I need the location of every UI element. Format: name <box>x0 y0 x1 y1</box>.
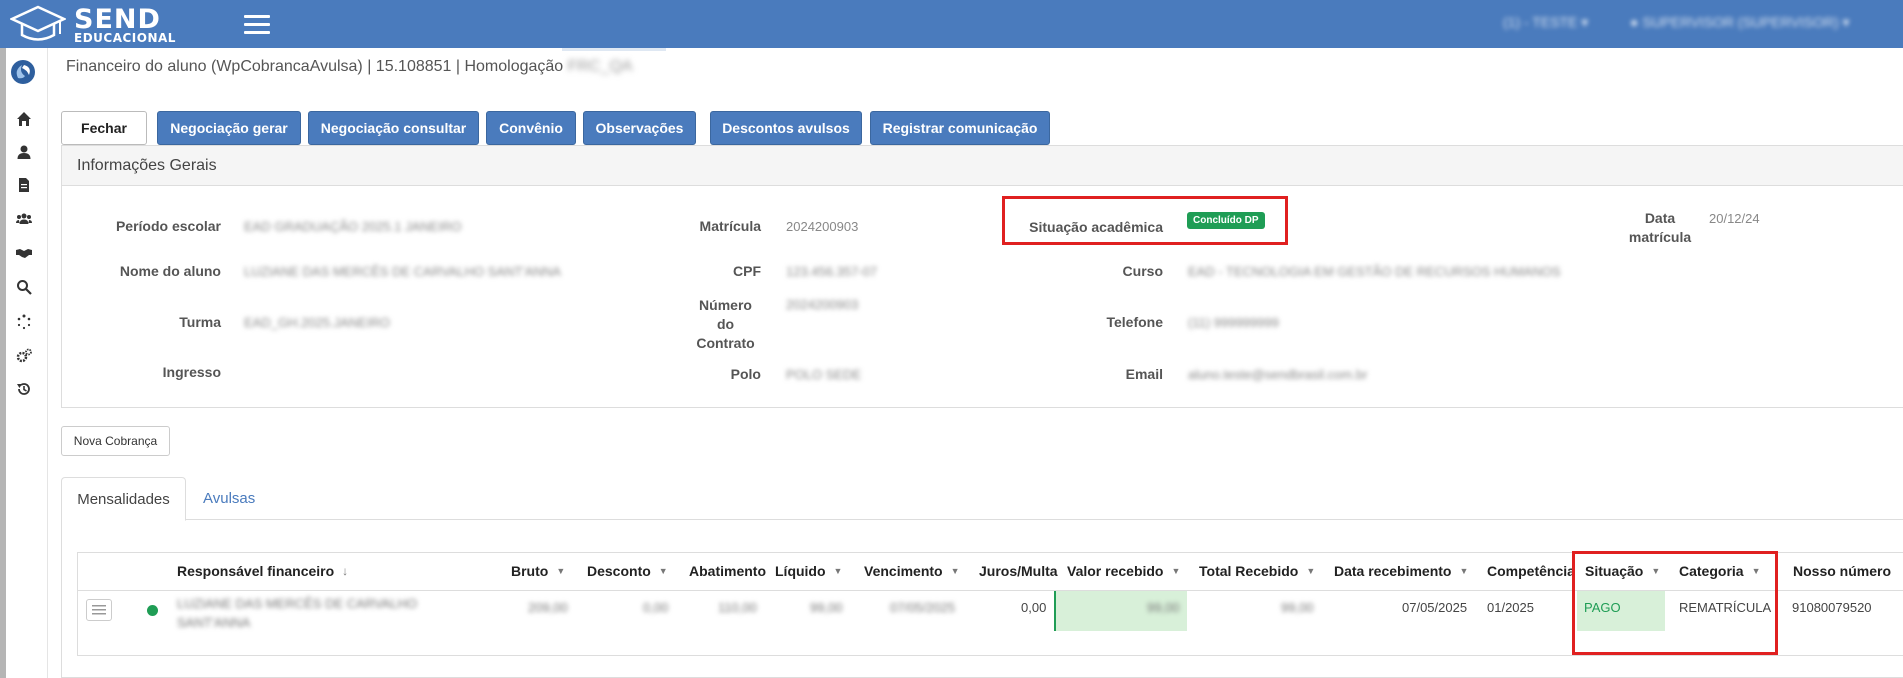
cell-total-recebido: 99,00 <box>1281 600 1314 615</box>
breadcrumb: Financeiro do aluno (WpCobrancaAvulsa) |… <box>66 58 633 75</box>
handshake-icon[interactable] <box>14 243 34 263</box>
registrar-comunicacao-button[interactable]: Registrar comunicação <box>870 111 1050 145</box>
cell-nosso-numero: 91080079520 <box>1792 600 1872 615</box>
data-matricula-label: Data matrícula <box>1628 210 1692 245</box>
sort-down-icon: ↓ <box>342 564 349 578</box>
info-panel-title: Informações Gerais <box>62 146 1903 186</box>
telefone-label: Telefone <box>1106 314 1163 330</box>
telefone-value: (11) 999999999 <box>1188 315 1279 330</box>
close-button[interactable]: Fechar <box>61 111 147 145</box>
cell-desconto: 0,00 <box>643 600 669 615</box>
cell-abatimento: 110,00 <box>718 600 757 615</box>
negociacao-gerar-button[interactable]: Negociação gerar <box>157 111 301 145</box>
tab-avulsas[interactable]: Avulsas <box>203 477 255 520</box>
highlight-situacao-academica <box>1002 196 1288 245</box>
user-menu[interactable]: ● SUPERVISOR (SUPERVISOR) ▾ <box>1630 14 1850 31</box>
unit-selector[interactable]: (1) - TESTE ▾ <box>1503 14 1588 31</box>
convenio-button[interactable]: Convênio <box>486 111 576 145</box>
col-juros[interactable]: Juros/Multa <box>979 552 1058 590</box>
menu-icon[interactable] <box>244 12 270 36</box>
cell-data-recebimento: 07/05/2025 <box>1402 600 1468 615</box>
ingresso-label: Ingresso <box>162 364 221 380</box>
highlight-situacao-categoria <box>1572 551 1778 655</box>
contrato-value: 2024200903 <box>786 297 859 312</box>
col-vencimento[interactable]: Vencimento ▼ <box>864 552 960 590</box>
row-actions-button[interactable] <box>86 599 112 621</box>
cell-bruto: 209,00 <box>528 600 568 615</box>
gears-icon[interactable] <box>14 346 34 366</box>
cpf-label: CPF <box>733 263 761 279</box>
cell-valor-recebido: 99,00 <box>1147 600 1180 615</box>
email-label: Email <box>1125 366 1163 382</box>
negociacao-consultar-button[interactable]: Negociação consultar <box>308 111 479 145</box>
graduation-cap-icon <box>10 5 66 41</box>
col-total-recebido[interactable]: Total Recebido ▼ <box>1199 552 1315 590</box>
tab-mensalidades[interactable]: Mensalidades <box>61 477 186 521</box>
col-nosso-numero[interactable]: Nosso número <box>1793 552 1891 590</box>
history-icon[interactable] <box>14 379 34 399</box>
observacoes-button[interactable]: Observações <box>583 111 696 145</box>
sort-down-icon: ▼ <box>833 566 843 576</box>
document-icon[interactable] <box>14 175 34 195</box>
curso-value: EAD - TECNOLOGIA EM GESTÃO DE RECURSOS H… <box>1188 264 1561 279</box>
list-icon <box>92 605 106 615</box>
curso-label: Curso <box>1122 263 1163 279</box>
col-bruto[interactable]: Bruto ▼ <box>511 552 565 590</box>
sidebar-logo-icon[interactable] <box>9 58 37 86</box>
brand-subtitle: EDUCACIONAL <box>74 31 176 45</box>
col-desconto[interactable]: Desconto ▼ <box>587 552 668 590</box>
status-dot <box>147 605 158 616</box>
cell-vencimento: 07/05/2025 <box>890 600 956 615</box>
cpf-value: 123.456.357-07 <box>786 264 878 279</box>
sort-down-icon: ▼ <box>1459 566 1469 576</box>
periodo-label: Período escolar <box>115 218 221 234</box>
polo-label: Polo <box>730 366 761 382</box>
cell-competencia: 01/2025 <box>1487 600 1534 615</box>
col-responsavel[interactable]: Responsável financeiro ↓ <box>177 552 348 590</box>
nome-value: LUZIANE DAS MERCÊS DE CARVALHO SANT'ANNA <box>244 264 561 279</box>
col-competencia[interactable]: Competência <box>1487 552 1575 590</box>
sort-down-icon: ▼ <box>1306 566 1316 576</box>
app-logo[interactable]: SEND EDUCACIONAL <box>10 3 185 45</box>
tabs: Mensalidades Avulsas <box>61 477 1903 521</box>
cell-responsavel: LUZIANE DAS MERCÊS DE CARVALHO SANT'ANNA <box>177 596 418 630</box>
col-liquido[interactable]: Líquido ▼ <box>775 552 842 590</box>
col-data-recebimento[interactable]: Data recebimento ▼ <box>1334 552 1468 590</box>
contrato-label: Número do Contrato <box>696 297 755 351</box>
sort-down-icon: ▼ <box>556 566 566 576</box>
sidebar <box>0 48 48 678</box>
turma-value: EAD_GH.2025.JANEIRO <box>244 315 390 330</box>
sidebar-scrollbar[interactable] <box>0 48 6 678</box>
matricula-label: Matrícula <box>699 218 761 234</box>
cell-juros: 0,00 <box>1021 600 1047 615</box>
sort-down-icon: ▼ <box>658 566 668 576</box>
cell-liquido: 99,00 <box>810 600 843 615</box>
top-bar: SEND EDUCACIONAL (1) - TESTE ▾ ● SUPERVI… <box>0 0 1903 48</box>
home-icon[interactable] <box>14 109 34 129</box>
descontos-avulsos-button[interactable]: Descontos avulsos <box>710 111 862 145</box>
polo-value: POLO SEDE <box>786 367 862 382</box>
environment-name: FRC_QA <box>567 58 633 75</box>
search-icon[interactable] <box>14 277 34 297</box>
sort-down-icon: ▼ <box>1171 566 1181 576</box>
turma-label: Turma <box>179 314 221 330</box>
spinner-icon[interactable] <box>14 312 34 332</box>
data-matricula-value: 20/12/24 <box>1709 211 1760 226</box>
col-abatimento[interactable]: Abatimento <box>689 552 766 590</box>
breadcrumb-underline <box>562 48 666 51</box>
periodo-value: EAD GRADUAÇÃO 2025.1 JANEIRO <box>244 219 462 234</box>
nome-label: Nome do aluno <box>119 263 221 279</box>
users-icon[interactable] <box>14 209 34 229</box>
email-value: aluno.teste@sendbrasil.com.br <box>1188 367 1368 382</box>
col-valor-recebido[interactable]: Valor recebido ▼ <box>1067 552 1180 590</box>
matricula-value: 2024200903 <box>786 219 859 234</box>
user-icon[interactable] <box>14 142 34 162</box>
sort-down-icon: ▼ <box>950 566 960 576</box>
nova-cobranca-button[interactable]: Nova Cobrança <box>61 426 170 456</box>
